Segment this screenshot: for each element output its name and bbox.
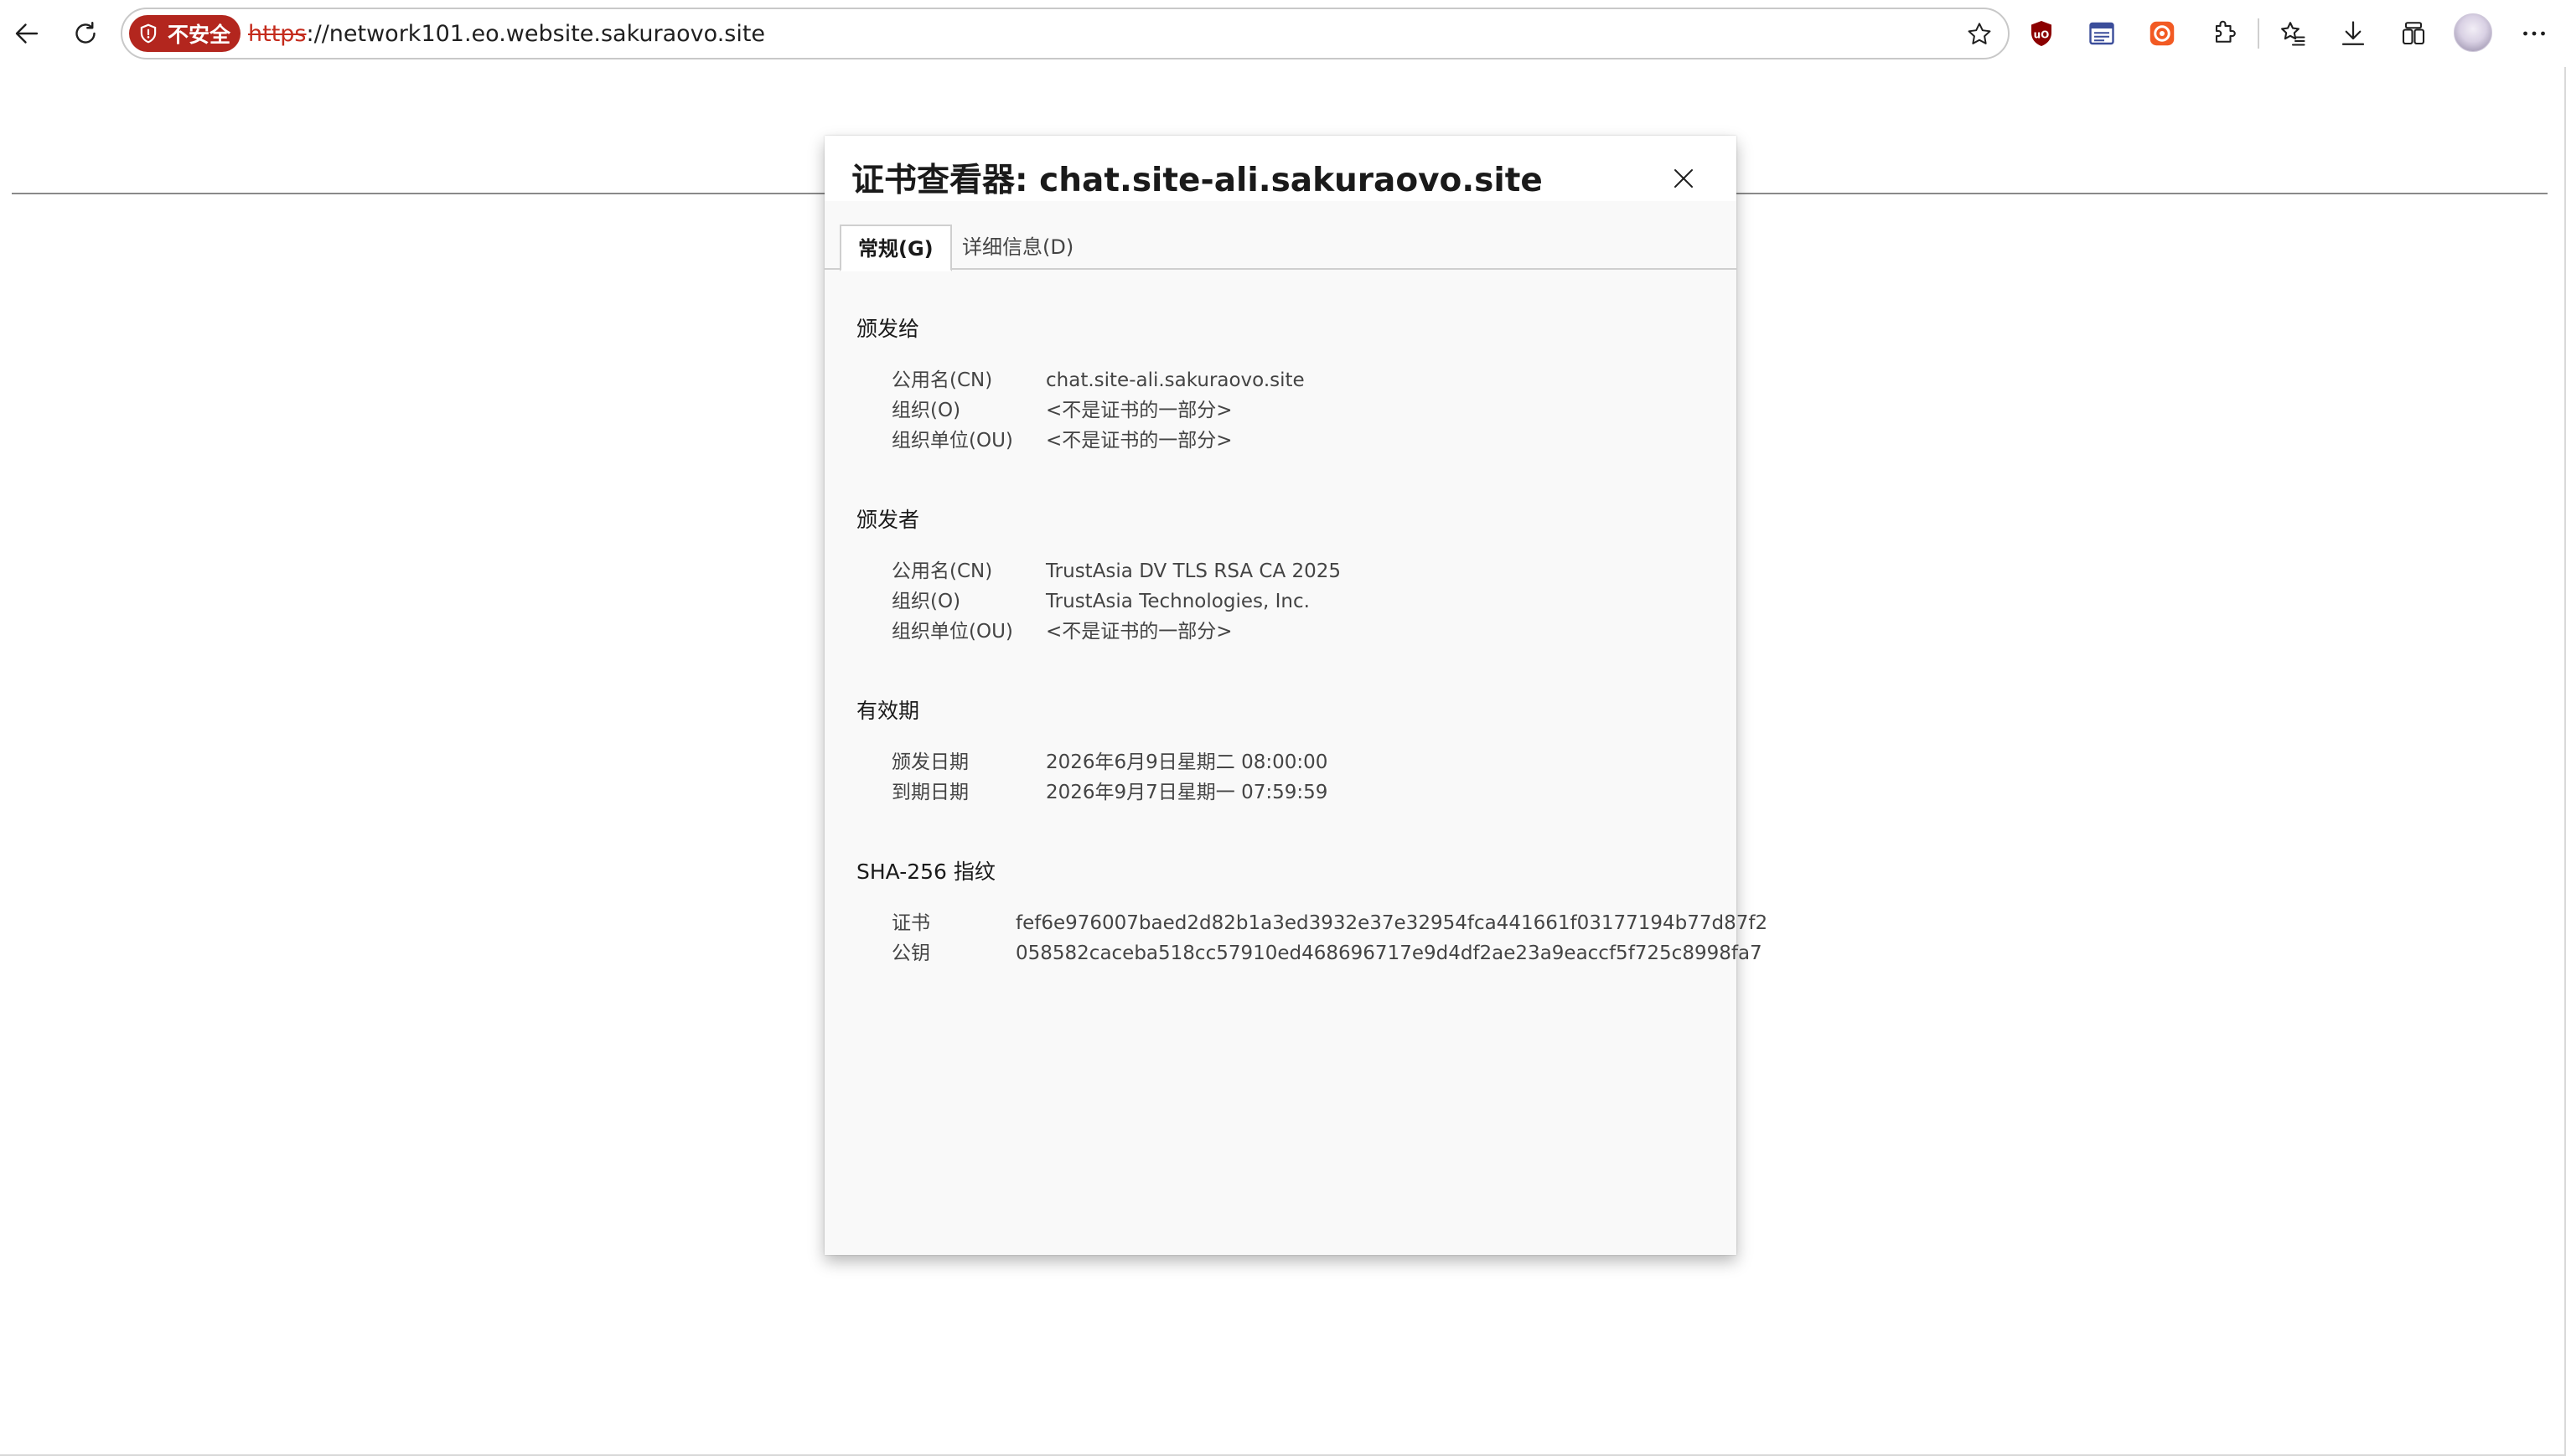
svg-text:uO: uO — [2034, 28, 2050, 40]
favorites-list-icon — [2281, 22, 2305, 46]
ublock-origin-icon: uO — [2031, 21, 2051, 46]
issued-to-o-label: 组织(O) — [892, 400, 961, 421]
issued-by-ou-value: <不是证书的一部分> — [1046, 621, 1233, 643]
issue-date-value: 2026年6月9日星期二 08:00:00 — [1046, 751, 1328, 773]
dialog-title: 证书查看器: chat.site-ali.sakuraovo.site — [851, 162, 1543, 199]
expiry-date-value: 2026年9月7日星期一 07:59:59 — [1046, 782, 1328, 803]
expiry-date-label: 到期日期 — [892, 782, 969, 803]
reload-icon — [75, 22, 96, 44]
download-icon — [2341, 21, 2365, 45]
page-content: 证书查看器: chat.site-ali.sakuraovo.site 常规(G… — [0, 67, 2566, 1456]
security-status-chip[interactable]: 不安全 — [129, 15, 241, 52]
issued-by-heading: 颁发者 — [856, 508, 920, 532]
pubkey-fingerprint-label: 公钥 — [892, 942, 930, 964]
more-dots-icon — [2523, 31, 2545, 36]
issued-by-cn-value: TrustAsia DV TLS RSA CA 2025 — [1046, 560, 1342, 582]
pubkey-fingerprint-value: 058582caceba518cc57910ed468696717e9d4df2… — [1016, 942, 1762, 964]
browser-toolbar: 不安全 https://network101.eo.website.sakura… — [0, 0, 2566, 67]
extensions-button[interactable] — [2202, 12, 2246, 55]
address-bar[interactable]: 不安全 https://network101.eo.website.sakura… — [121, 8, 2010, 59]
issued-to-cn-label: 公用名(CN) — [892, 369, 993, 391]
fingerprints-heading: SHA-256 指纹 — [856, 860, 996, 884]
issued-to-cn-value: chat.site-ali.sakuraovo.site — [1046, 369, 1305, 391]
shield-warning-icon — [140, 23, 157, 44]
issued-by-o-label: 组织(O) — [892, 591, 961, 612]
star-icon — [1968, 23, 1991, 44]
back-button[interactable] — [3, 10, 50, 57]
downloads-button[interactable] — [2331, 12, 2375, 55]
issued-to-heading: 颁发给 — [856, 317, 920, 341]
url-host: ://network101.eo.website.sakuraovo.site — [306, 21, 766, 47]
issued-to-ou-label: 组织单位(OU) — [892, 430, 1013, 452]
issued-by-cn-label: 公用名(CN) — [892, 560, 993, 582]
ublock-origin-button[interactable]: uO — [2020, 12, 2063, 55]
cert-fingerprint-label: 证书 — [892, 912, 930, 934]
issue-date-label: 颁发日期 — [892, 751, 969, 773]
issued-by-o-value: TrustAsia Technologies, Inc. — [1046, 591, 1310, 612]
reader-view-button[interactable] — [2080, 12, 2124, 55]
toolbar-divider — [2258, 18, 2259, 49]
certificate-viewer-dialog: 证书查看器: chat.site-ali.sakuraovo.site 常规(G… — [825, 136, 1767, 1255]
validity-heading: 有效期 — [856, 699, 920, 723]
favorites-button[interactable] — [2271, 12, 2315, 55]
close-button[interactable] — [1663, 157, 1705, 199]
add-favorite-button[interactable] — [1963, 18, 1996, 51]
issued-to-o-value: <不是证书的一部分> — [1046, 400, 1233, 421]
url-scheme: https — [248, 21, 307, 47]
arrow-left-icon — [15, 23, 39, 44]
reader-view-icon — [2089, 22, 2114, 45]
extension-c-icon — [2150, 21, 2175, 46]
close-icon — [1674, 169, 1693, 188]
dialog-tabs: 常规(G) 详细信息(D) — [825, 225, 1736, 271]
url-text[interactable]: https://network101.eo.website.sakuraovo.… — [248, 19, 765, 49]
reload-button[interactable] — [62, 10, 109, 57]
collections-button[interactable] — [2392, 12, 2435, 55]
issued-to-ou-value: <不是证书的一部分> — [1046, 430, 1233, 452]
tab-details[interactable]: 详细信息(D) — [945, 225, 1090, 270]
collections-icon — [2402, 22, 2425, 45]
security-status-label: 不安全 — [168, 23, 231, 47]
tab-general[interactable]: 常规(G) — [840, 225, 952, 271]
profile-avatar-icon[interactable] — [2454, 13, 2492, 52]
extension-c-button[interactable] — [2140, 12, 2184, 55]
puzzle-piece-icon — [2215, 20, 2236, 43]
issued-by-ou-label: 组织单位(OU) — [892, 621, 1013, 643]
more-options-button[interactable] — [2512, 12, 2556, 55]
cert-fingerprint-value: fef6e976007baed2d82b1a3ed3932e37e32954fc… — [1016, 912, 1768, 934]
